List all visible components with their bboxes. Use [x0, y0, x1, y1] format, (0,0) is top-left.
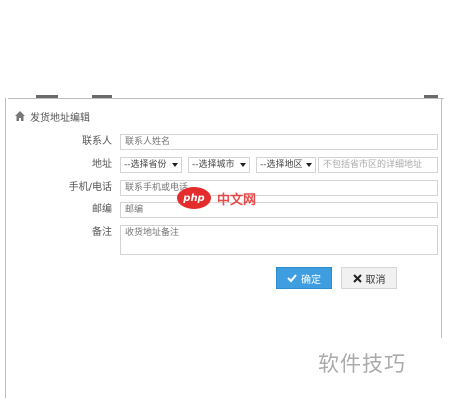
district-select-value: --选择地区: [260, 160, 303, 170]
check-icon: [287, 274, 297, 283]
tab-indicator: [92, 95, 112, 98]
chevron-down-icon: [240, 163, 246, 167]
left-border: [5, 98, 6, 398]
address-detail-input[interactable]: 不包括省市区的详细地址: [318, 157, 438, 173]
phone-input[interactable]: [120, 180, 438, 196]
province-select-value: --选择省份: [124, 160, 167, 170]
dialog-title-text: 发货地址编辑: [30, 112, 90, 124]
address-detail-hint: 不包括省市区的详细地址: [323, 160, 423, 170]
dialog-title: 发货地址编辑: [14, 108, 90, 124]
home-icon: [14, 110, 26, 122]
phone-label: 手机/电话: [68, 182, 112, 193]
remark-label: 备注: [92, 227, 112, 238]
confirm-button-label: 确定: [301, 274, 321, 286]
contact-label: 联系人: [82, 136, 112, 147]
city-select-value: --选择城市: [192, 160, 235, 170]
php-logo: php: [177, 187, 211, 209]
tab-indicator: [424, 95, 438, 98]
postcode-input[interactable]: [120, 202, 438, 218]
cancel-button-label: 取消: [365, 274, 386, 286]
php-watermark: php 中文网: [177, 181, 277, 215]
tab-indicator: [36, 95, 58, 98]
chevron-down-icon: [172, 163, 178, 167]
corner-watermark: 软件技巧: [318, 352, 406, 376]
right-border: [441, 98, 442, 338]
cancel-button[interactable]: 取消: [341, 267, 397, 289]
divider: [8, 98, 444, 99]
php-site-text: 中文网: [217, 192, 257, 208]
city-select[interactable]: --选择城市: [188, 157, 250, 173]
remark-textarea[interactable]: [120, 225, 438, 255]
district-select[interactable]: --选择地区: [256, 157, 316, 173]
chevron-down-icon: [306, 163, 312, 167]
top-blank-area: [0, 0, 450, 98]
address-label: 地址: [92, 159, 112, 170]
postcode-label: 邮编: [92, 204, 112, 215]
contact-input[interactable]: [120, 134, 438, 150]
province-select[interactable]: --选择省份: [120, 157, 182, 173]
close-icon: [352, 273, 362, 283]
confirm-button[interactable]: 确定: [276, 267, 332, 289]
